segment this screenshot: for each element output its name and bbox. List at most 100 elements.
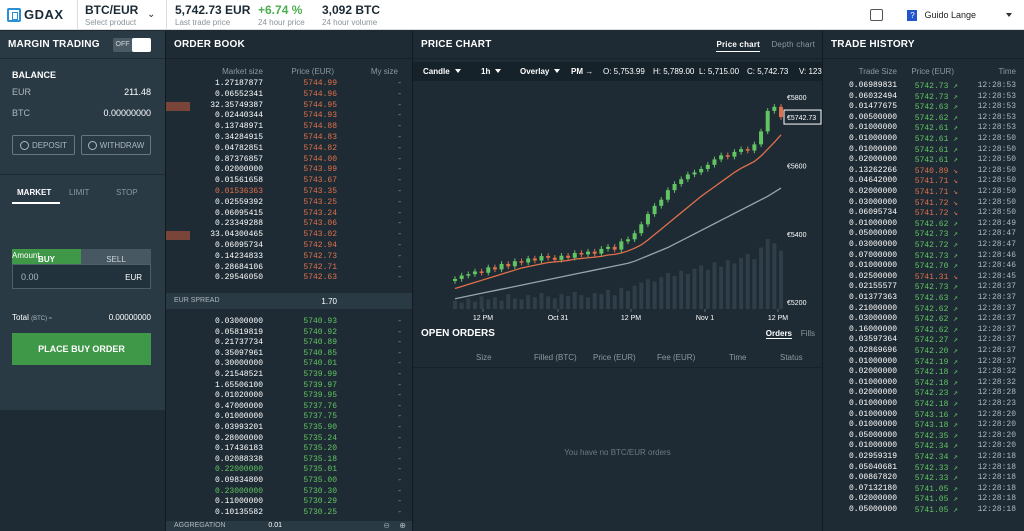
col-time: Time — [729, 353, 747, 362]
ask-row[interactable]: 0.29546050 5742.63 - — [166, 273, 412, 284]
ask-row[interactable]: 0.87376857 5744.00 - — [166, 155, 412, 166]
ask-row[interactable]: 1.27187877 5744.99 - — [166, 79, 412, 90]
tab-orders[interactable]: Orders — [765, 329, 792, 339]
col-price: Price (EUR) — [291, 67, 334, 76]
overlay-select[interactable]: Overlay — [520, 67, 561, 76]
bid-row[interactable]: 0.02088338 5735.18 - — [166, 455, 412, 466]
volume-bar — [632, 285, 637, 309]
ask-row[interactable]: 0.34284915 5744.83 - — [166, 133, 412, 144]
trade-size: 0.03000000 — [848, 240, 897, 249]
amount-input[interactable]: 0.00 EUR — [12, 264, 151, 289]
trade-price: 5742.33 ↗ — [914, 463, 958, 473]
trade-size: 0.02000000 — [848, 388, 897, 398]
tab-stop[interactable]: STOP — [116, 188, 138, 197]
top-bar: GDAX BTC/EUR Select product ⌄ 5,742.73 E… — [0, 0, 1024, 30]
user-name[interactable]: Guido Lange — [924, 10, 976, 20]
bid-row[interactable]: 0.17436183 5735.20 - — [166, 444, 412, 455]
ask-row[interactable]: 0.13748971 5744.88 - — [166, 122, 412, 133]
ask-row[interactable]: 0.06552341 5744.96 - — [166, 90, 412, 101]
my-size: - — [397, 89, 402, 99]
ask-row[interactable]: 0.01536363 5743.35 - — [166, 187, 412, 198]
volume-bar — [692, 268, 697, 309]
bid-row[interactable]: 1.65506100 5739.97 - — [166, 381, 412, 392]
candle-body — [546, 256, 551, 258]
trade-row: 0.04642000 5741.71 ↘ 12:28:50 — [823, 176, 1024, 187]
chevron-down-icon[interactable]: ⌄ — [147, 9, 155, 20]
bid-row[interactable]: 0.01000000 5737.75 - — [166, 412, 412, 423]
product-selector[interactable]: BTC/EUR Select product — [85, 3, 138, 27]
bid-row[interactable]: 0.10135582 5730.25 - — [166, 508, 412, 519]
trade-size: 0.01000000 — [848, 420, 897, 430]
ask-row[interactable]: 0.01561658 5743.67 - — [166, 176, 412, 187]
bid-row[interactable]: 0.28000000 5735.24 - — [166, 434, 412, 445]
caret-down-icon[interactable] — [1006, 13, 1012, 17]
withdraw-button[interactable]: WITHDRAW — [81, 135, 151, 155]
tab-market[interactable]: MARKET — [17, 188, 51, 197]
tab-fills[interactable]: Fills — [801, 329, 815, 338]
ask-row[interactable]: 0.02440344 5744.93 - — [166, 111, 412, 122]
order-size: 0.04782851 — [214, 143, 263, 153]
candle-body — [659, 199, 664, 206]
volume-bar — [765, 239, 770, 309]
order-price: 5742.73 — [303, 251, 337, 261]
place-buy-order-button[interactable]: PLACE BUY ORDER — [12, 333, 151, 365]
price-chart-canvas[interactable]: €5800€5600€5400€5200 12 PM Oct 31 12 PM Nov… — [413, 81, 822, 321]
bid-row[interactable]: 0.11000000 5730.29 - — [166, 497, 412, 508]
chat-icon[interactable] — [870, 9, 884, 21]
volume-bar — [566, 296, 571, 309]
interval-select[interactable]: 1h — [481, 67, 502, 76]
trade-history-header: TRADE HISTORY — [823, 31, 1024, 59]
deposit-button[interactable]: DEPOSIT — [12, 135, 75, 155]
trade-price: 5741.72 ↘ — [914, 209, 958, 219]
bid-row[interactable]: 0.03993201 5735.90 - — [166, 423, 412, 434]
bid-row[interactable]: 0.05819819 5740.92 - — [166, 328, 412, 339]
aggregation-increase-icon[interactable]: ⊕ — [399, 521, 406, 530]
bid-row[interactable]: 0.01020000 5739.95 - — [166, 391, 412, 402]
bid-row[interactable]: 0.22000000 5735.01 - — [166, 465, 412, 476]
ask-row[interactable]: 0.04782851 5744.82 - — [166, 144, 412, 155]
trade-size: 0.01000000 — [848, 123, 897, 133]
trade-size: 0.05000000 — [848, 430, 897, 440]
ask-row[interactable]: 33.04300465 5743.02 - — [166, 230, 412, 241]
ask-row[interactable]: 0.02000000 5743.99 - — [166, 165, 412, 176]
my-size: - — [397, 465, 402, 475]
y-tick-label: €5200 — [787, 300, 807, 307]
aggregation-decrease-icon[interactable]: ⊖ — [383, 521, 390, 530]
order-size: 0.14234833 — [214, 251, 263, 261]
ask-row[interactable]: 32.35749387 5744.95 - — [166, 101, 412, 112]
tab-depth-chart[interactable]: Depth chart — [771, 31, 815, 59]
spread-value: 1.70 — [321, 297, 337, 306]
bid-row[interactable]: 0.47000000 5737.76 - — [166, 402, 412, 413]
volume-bar — [679, 270, 684, 309]
help-icon[interactable]: ? — [907, 9, 918, 21]
trade-time: 12:28:45 — [977, 271, 1016, 281]
candle-select[interactable]: Candle — [423, 67, 461, 76]
trade-size: 0.02869696 — [848, 346, 897, 355]
tab-limit[interactable]: LIMIT — [69, 188, 89, 197]
ask-row[interactable]: 0.28684106 5742.71 - — [166, 263, 412, 274]
bid-row[interactable]: 0.21548521 5739.99 - — [166, 370, 412, 381]
bid-row[interactable]: 0.35097961 5740.85 - — [166, 349, 412, 360]
ask-row[interactable]: 0.06095415 5743.24 - — [166, 209, 412, 220]
bid-row[interactable]: 0.09834800 5735.00 - — [166, 476, 412, 487]
gdax-logo[interactable]: GDAX — [7, 7, 64, 22]
margin-toggle[interactable]: OFF — [113, 38, 151, 52]
ask-row[interactable]: 0.14234833 5742.73 - — [166, 252, 412, 263]
bid-row[interactable]: 0.03000000 5740.93 - — [166, 317, 412, 328]
trade-time: 12:28:20 — [977, 430, 1016, 440]
order-price: 5744.00 — [303, 154, 337, 164]
volume-bar — [532, 297, 537, 309]
my-size: - — [397, 359, 402, 369]
tab-price-chart[interactable]: Price chart — [716, 39, 760, 52]
bid-row[interactable]: 0.23000000 5730.30 - — [166, 487, 412, 498]
order-price: 5735.24 — [303, 433, 337, 443]
order-price: 5730.25 — [303, 507, 337, 517]
bid-row[interactable]: 0.30000000 5740.01 - — [166, 359, 412, 370]
ask-row[interactable]: 0.02559392 5743.25 - — [166, 198, 412, 209]
volume-bar — [486, 299, 491, 309]
ask-row[interactable]: 0.23349288 5743.06 - — [166, 219, 412, 230]
y-tick-label: €5400 — [787, 232, 807, 239]
ask-row[interactable]: 0.06095734 5742.94 - — [166, 241, 412, 252]
bid-row[interactable]: 0.21737734 5740.89 - — [166, 338, 412, 349]
trade-time: 12:28:37 — [977, 335, 1016, 345]
